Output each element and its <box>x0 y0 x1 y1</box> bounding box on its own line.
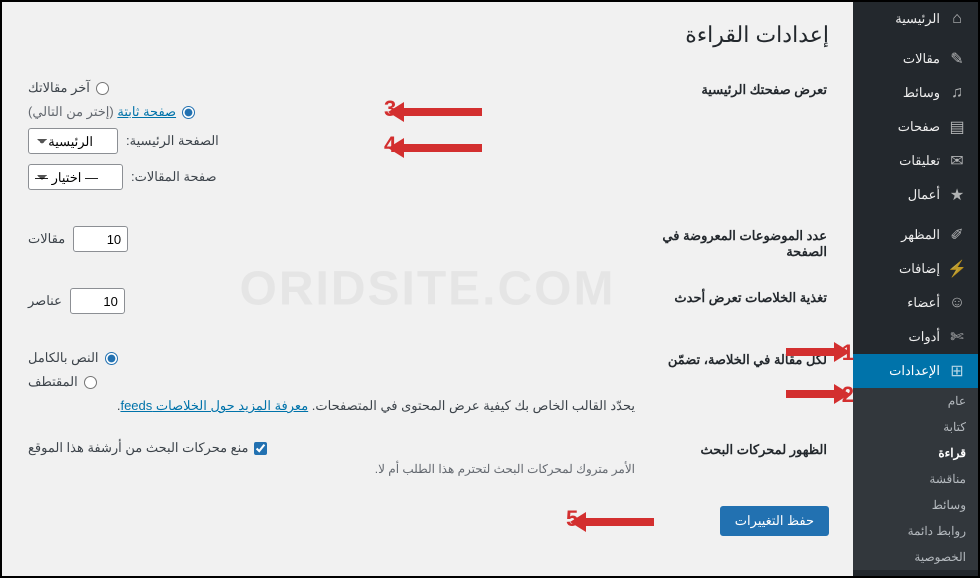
sidebar-label: الإعدادات <box>889 363 940 379</box>
user-icon: ☺ <box>948 294 966 312</box>
media-icon: ♫ <box>948 84 966 102</box>
sidebar-item-tools[interactable]: ✄ أدوات <box>853 320 978 354</box>
sidebar-item-plugins[interactable]: ⚡ إضافات <box>853 252 978 286</box>
seo-description: الأمر متروك لمحركات البحث لتحترم هذا الط… <box>28 462 635 476</box>
sidebar-label: أعضاء <box>907 295 940 311</box>
star-icon: ★ <box>948 186 966 204</box>
sidebar-item-posts[interactable]: ✎ مقالات <box>853 42 978 76</box>
pin-icon: ✎ <box>948 50 966 68</box>
sidebar-label: أدوات <box>908 329 940 345</box>
feed-items-label: تغذية الخلاصات تعرض أحدث <box>647 276 827 336</box>
feed-content-label: لكل مقالة في الخلاصة، تضمّن <box>647 338 827 426</box>
gear-icon: ⊞ <box>948 362 966 380</box>
sidebar-item-pages[interactable]: ▤ صفحات <box>853 110 978 144</box>
homepage-display-label: تعرض صفحتك الرئيسية <box>647 68 827 212</box>
sidebar-label: صفحات <box>898 119 940 135</box>
posts-per-page-input[interactable] <box>73 226 128 252</box>
sidebar-label: أعمال <box>908 187 940 203</box>
sidebar-item-settings[interactable]: ⊞ الإعدادات <box>853 354 978 388</box>
radio-excerpt[interactable] <box>84 376 97 389</box>
radio-excerpt-label[interactable]: المقتطف <box>28 374 78 390</box>
feeds-learn-more-link[interactable]: معرفة المزيد حول الخلاصات feeds <box>120 398 308 413</box>
sidebar-label: المظهر <box>901 227 940 243</box>
discourage-search-label[interactable]: منع محركات البحث من أرشفة هذا الموقع <box>28 440 248 456</box>
sidebar-label: إضافات <box>899 261 940 277</box>
sub-reading[interactable]: قراءة <box>853 440 978 466</box>
homepage-select-label: الصفحة الرئيسية: <box>126 133 219 149</box>
radio-full-text[interactable] <box>105 352 118 365</box>
sub-permalinks[interactable]: روابط دائمة <box>853 518 978 544</box>
sub-media[interactable]: وسائط <box>853 492 978 518</box>
homepage-select[interactable]: الرئيسية <box>28 128 118 154</box>
radio-static-label[interactable]: صفحة ثابتة (إختر من التالي) <box>28 104 176 120</box>
discourage-search-checkbox[interactable] <box>254 442 267 455</box>
static-note: (إختر من التالي) <box>28 104 114 119</box>
main-content: ORIDSITE.COM إعدادات القراءة تعرض صفحتك … <box>2 2 853 576</box>
save-changes-button[interactable]: حفظ التغييرات <box>720 506 829 536</box>
home-icon: ⌂ <box>948 10 966 28</box>
sidebar-item-comments[interactable]: ✉ تعليقات <box>853 144 978 178</box>
sidebar-label: مقالات <box>903 51 940 67</box>
brush-icon: ✐ <box>948 226 966 244</box>
sidebar-item-appearance[interactable]: ✐ المظهر <box>853 218 978 252</box>
posts-suffix: مقالات <box>28 231 65 247</box>
sidebar-item-media[interactable]: ♫ وسائط <box>853 76 978 110</box>
comment-icon: ✉ <box>948 152 966 170</box>
sidebar-label: الرئيسية <box>895 11 940 27</box>
radio-latest-posts[interactable] <box>96 82 109 95</box>
static-page-link: صفحة ثابتة <box>117 104 176 119</box>
sidebar-item-users[interactable]: ☺ أعضاء <box>853 286 978 320</box>
sub-general[interactable]: عام <box>853 388 978 414</box>
page-title: إعدادات القراءة <box>26 22 829 48</box>
feed-description: يحدّد القالب الخاص بك كيفية عرض المحتوى … <box>28 398 635 414</box>
sidebar-item-works[interactable]: ★ أعمال <box>853 178 978 212</box>
feed-items-input[interactable] <box>70 288 125 314</box>
sidebar-label: وسائط <box>903 85 940 101</box>
feed-suffix: عناصر <box>28 293 62 309</box>
radio-full-label[interactable]: النص بالكامل <box>28 350 99 366</box>
posts-page-select-label: صفحة المقالات: <box>131 169 216 185</box>
page-icon: ▤ <box>948 118 966 136</box>
tool-icon: ✄ <box>948 328 966 346</box>
sidebar-item-dashboard[interactable]: ⌂ الرئيسية <box>853 2 978 36</box>
sub-discussion[interactable]: مناقشة <box>853 466 978 492</box>
admin-sidebar: ⌂ الرئيسية ✎ مقالات ♫ وسائط ▤ صفحات ✉ تعليقات… <box>853 2 978 576</box>
sub-privacy[interactable]: الخصوصية <box>853 544 978 570</box>
sub-writing[interactable]: كتابة <box>853 414 978 440</box>
posts-per-page-label: عدد الموضوعات المعروضة في الصفحة <box>647 214 827 274</box>
radio-latest-label[interactable]: آخر مقالاتك <box>28 80 90 96</box>
sidebar-label: تعليقات <box>899 153 940 169</box>
seo-visibility-label: الظهور لمحركات البحث <box>647 428 827 488</box>
plugin-icon: ⚡ <box>948 260 966 278</box>
settings-submenu: عام كتابة قراءة مناقشة وسائط روابط دائمة… <box>853 388 978 570</box>
radio-static-page[interactable] <box>182 106 195 119</box>
posts-page-select[interactable]: — اختيار — <box>28 164 123 190</box>
